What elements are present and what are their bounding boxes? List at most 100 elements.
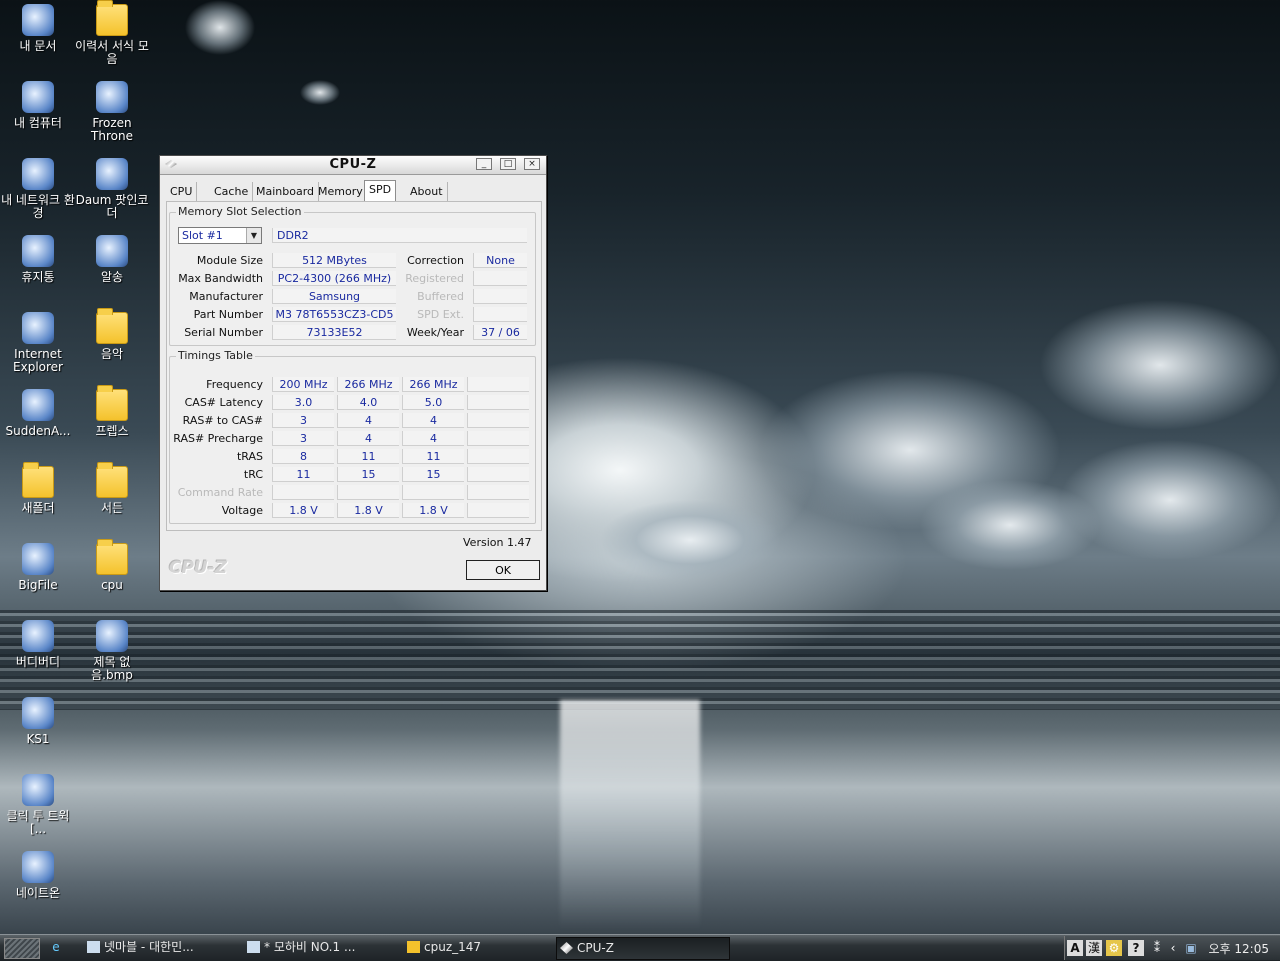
field-label: SPD Ext. [417,308,464,321]
taskbar-item-cpuz[interactable]: CPU-Z [556,937,730,960]
internet-explorer-icon [22,312,54,344]
desktop-icon[interactable]: SuddenA... [0,389,76,438]
cloud [920,480,1100,570]
timing-value: 266 MHz [337,377,399,392]
version-label: Version 1.47 [463,536,532,549]
alsong-icon [96,235,128,267]
system-tray: A 漢 ⚙ ? ⁑ ‹ ▣ 오후 12:05 [1064,936,1280,960]
field-label: Serial Number [184,326,263,339]
cloud [600,500,780,580]
taskbar-item-netmarble[interactable]: 넷마블 - 대한민... [84,937,254,958]
timing-value: 15 [337,467,399,482]
ok-button[interactable]: OK [466,560,540,580]
desktop-icon[interactable]: 음악 [74,308,150,361]
video-encoder-icon [96,158,128,190]
desktop-icon[interactable]: Daum 팟인코더 [74,158,150,220]
timing-value: 15 [402,467,464,482]
tab-spd[interactable]: SPD [364,180,397,201]
browser-icon [87,941,100,953]
folder-icon [96,0,128,36]
folder-icon [96,308,128,344]
network-icon[interactable]: ▣ [1183,940,1199,956]
desktop-icon[interactable]: 프렙스 [74,385,150,438]
tab-memory[interactable]: Memory [314,182,368,201]
tab-mainboard[interactable]: Mainboard [252,182,320,201]
nateon-icon [22,851,54,883]
timing-value [272,485,334,500]
timing-value: 11 [337,449,399,464]
desktop-icon[interactable]: 네이트온 [0,851,76,900]
desktop-icon-label: 이력서 서식 모음 [75,39,149,66]
timing-value: 4 [337,431,399,446]
folder-icon [96,462,128,498]
desktop-icon[interactable]: 제목 없음.bmp [74,620,150,682]
desktop-icon[interactable]: 내 컴퓨터 [0,81,76,130]
buddybuddy-icon [22,620,54,652]
desktop-icon-label: SuddenA... [5,424,71,438]
cpuz-window[interactable]: CPU-Z _ □ × CPU Cache Mainboard Memory S… [159,155,547,591]
timing-value: 4 [402,431,464,446]
field-value [473,307,527,322]
timing-label: RAS# to CAS# [182,414,263,427]
desktop-icon[interactable]: 알송 [74,235,150,284]
desktop-icon[interactable]: Frozen Throne [74,81,150,143]
close-button[interactable]: × [524,158,540,170]
taskbar-item-mohave[interactable]: * 모하비 NO.1 ... [244,937,414,958]
taskbar: e 넷마블 - 대한민... * 모하비 NO.1 ... cpuz_147 C… [0,934,1280,961]
desktop-icon[interactable]: 서든 [74,462,150,515]
desktop-icon[interactable]: 내 문서 [0,4,76,53]
cpuz-logo-icon [560,942,573,954]
ime-toolbar-icon[interactable]: ⚙ [1106,940,1122,956]
desktop-icon[interactable]: 클릭 투 트윅 [... [0,774,76,836]
desktop-icon[interactable]: BigFile [0,543,76,592]
folder-icon [22,462,54,498]
desktop-icon[interactable]: 새폴더 [0,462,76,515]
internet-explorer-quicklaunch-icon[interactable]: e [48,939,64,955]
start-button[interactable] [4,938,40,959]
network-icon [22,158,54,190]
ime-mode-icon[interactable]: A [1067,940,1083,956]
folder-icon [96,539,128,575]
field-value: PC2-4300 (266 MHz) [272,271,396,286]
title-bar[interactable]: CPU-Z _ □ × [160,156,546,175]
timing-value: 200 MHz [272,377,334,392]
chevron-down-icon[interactable]: ▼ [246,228,261,243]
field-value [473,289,527,304]
desktop-icon[interactable]: Internet Explorer [0,312,76,374]
timing-value: 1.8 V [402,503,464,518]
timing-label: Frequency [206,378,263,391]
desktop-icon-label: Internet Explorer [13,347,63,374]
desktop-icon[interactable]: 내 네트워크 환경 [0,158,76,220]
tab-cache[interactable]: Cache [210,182,254,201]
taskbar-item-label: 넷마블 - 대한민... [104,940,194,954]
tab-cpu[interactable]: CPU [166,182,198,201]
desktop-icon[interactable]: 휴지통 [0,235,76,284]
ime-hanja-icon[interactable]: 漢 [1086,940,1102,956]
taskbar-item-cpuz-folder[interactable]: cpuz_147 [404,937,569,958]
timing-value: 8 [272,449,334,464]
tray-options-icon[interactable]: ⁑ [1149,940,1165,956]
timing-value: 5.0 [402,395,464,410]
tab-about[interactable]: About [406,182,448,201]
desktop-icon[interactable]: KS1 [0,697,76,746]
timing-value [402,485,464,500]
field-value: 37 / 06 [473,325,527,340]
taskbar-item-label: * 모하비 NO.1 ... [264,940,356,954]
chevron-left-icon[interactable]: ‹ [1165,940,1181,956]
cpuz-footer-logo: CPU-Z [169,558,228,578]
desktop-icon-label: 제목 없음.bmp [91,655,133,682]
timing-value: 4 [402,413,464,428]
field-label: Manufacturer [189,290,263,303]
game-shortcut-icon [96,81,128,113]
timing-value [467,467,529,482]
desktop-icon[interactable]: cpu [74,539,150,592]
help-icon[interactable]: ? [1128,940,1144,956]
maximize-button[interactable]: □ [500,158,516,170]
desktop-icon[interactable]: 버디버디 [0,620,76,669]
slot-select[interactable]: Slot #1 ▼ [178,227,262,244]
desktop-icon[interactable]: 이력서 서식 모음 [74,0,150,66]
minimize-button[interactable]: _ [476,158,492,170]
timing-value: 4 [337,413,399,428]
desktop-icon-label: Frozen Throne [91,116,133,143]
timing-value [467,377,529,392]
